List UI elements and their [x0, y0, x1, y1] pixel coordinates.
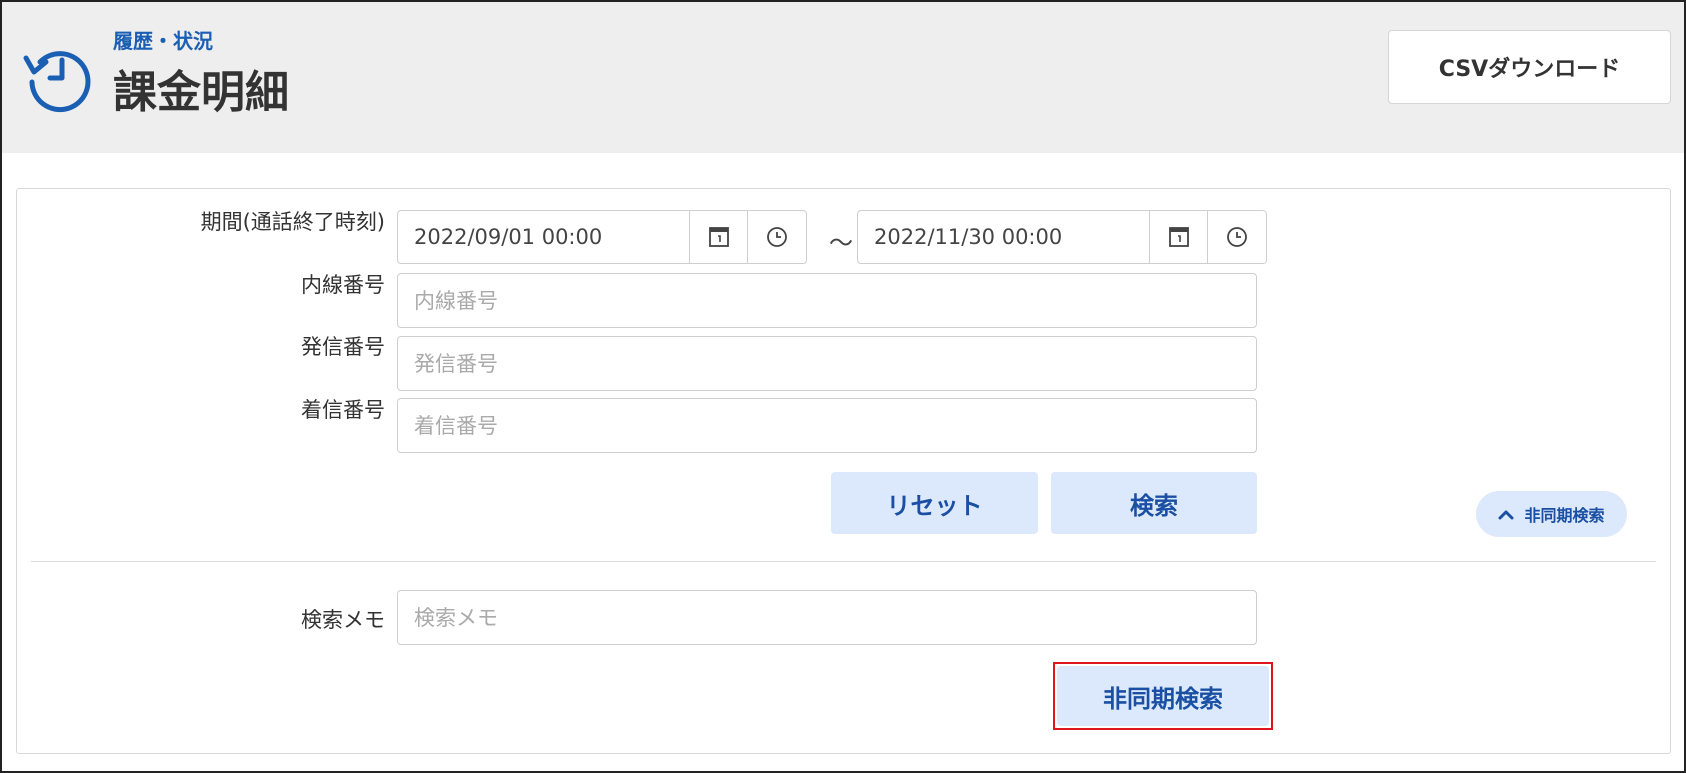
history-icon [23, 51, 91, 113]
csv-download-button[interactable]: CSVダウンロード [1388, 30, 1671, 104]
async-search-button[interactable]: 非同期検索 [1057, 666, 1269, 726]
period-end-group: 2022/11/30 00:00 [857, 210, 1267, 264]
calendar-icon [1168, 227, 1189, 247]
reset-button[interactable]: リセット [831, 472, 1038, 534]
calendar-icon [708, 227, 729, 247]
clock-icon [767, 227, 787, 247]
search-memo-input[interactable] [397, 590, 1257, 645]
callee-label: 着信番号 [301, 398, 385, 422]
search-panel: 期間(通話終了時刻) 2022/09/01 00:00 ～ 2022/11/30… [16, 188, 1671, 754]
start-time-button[interactable] [748, 211, 806, 263]
async-search-toggle-label: 非同期検索 [1524, 506, 1605, 525]
period-start-group: 2022/09/01 00:00 [397, 210, 807, 264]
period-separator: ～ [829, 229, 853, 257]
search-button[interactable]: 検索 [1051, 472, 1257, 534]
page-title: 課金明細 [113, 67, 289, 118]
page-header: 履歴・状況 課金明細 CSVダウンロード [2, 2, 1684, 153]
memo-label: 検索メモ [301, 608, 385, 632]
end-calendar-button[interactable] [1150, 211, 1208, 263]
caller-label: 発信番号 [301, 335, 385, 359]
clock-icon [1227, 227, 1247, 247]
section-divider [31, 561, 1656, 562]
callee-input[interactable] [397, 398, 1257, 453]
chevron-up-icon [1498, 510, 1514, 520]
period-end-input[interactable]: 2022/11/30 00:00 [858, 211, 1150, 263]
period-start-input[interactable]: 2022/09/01 00:00 [398, 211, 690, 263]
end-time-button[interactable] [1208, 211, 1266, 263]
period-label: 期間(通話終了時刻) [200, 210, 385, 234]
extension-input[interactable] [397, 273, 1257, 328]
breadcrumb[interactable]: 履歴・状況 [113, 25, 213, 54]
caller-input[interactable] [397, 336, 1257, 391]
app-window: 履歴・状況 課金明細 CSVダウンロード 期間(通話終了時刻) 2022/09/… [0, 0, 1686, 773]
async-search-button-highlight: 非同期検索 [1053, 662, 1273, 730]
start-calendar-button[interactable] [690, 211, 748, 263]
async-search-toggle[interactable]: 非同期検索 [1476, 491, 1627, 537]
extension-label: 内線番号 [301, 273, 385, 297]
